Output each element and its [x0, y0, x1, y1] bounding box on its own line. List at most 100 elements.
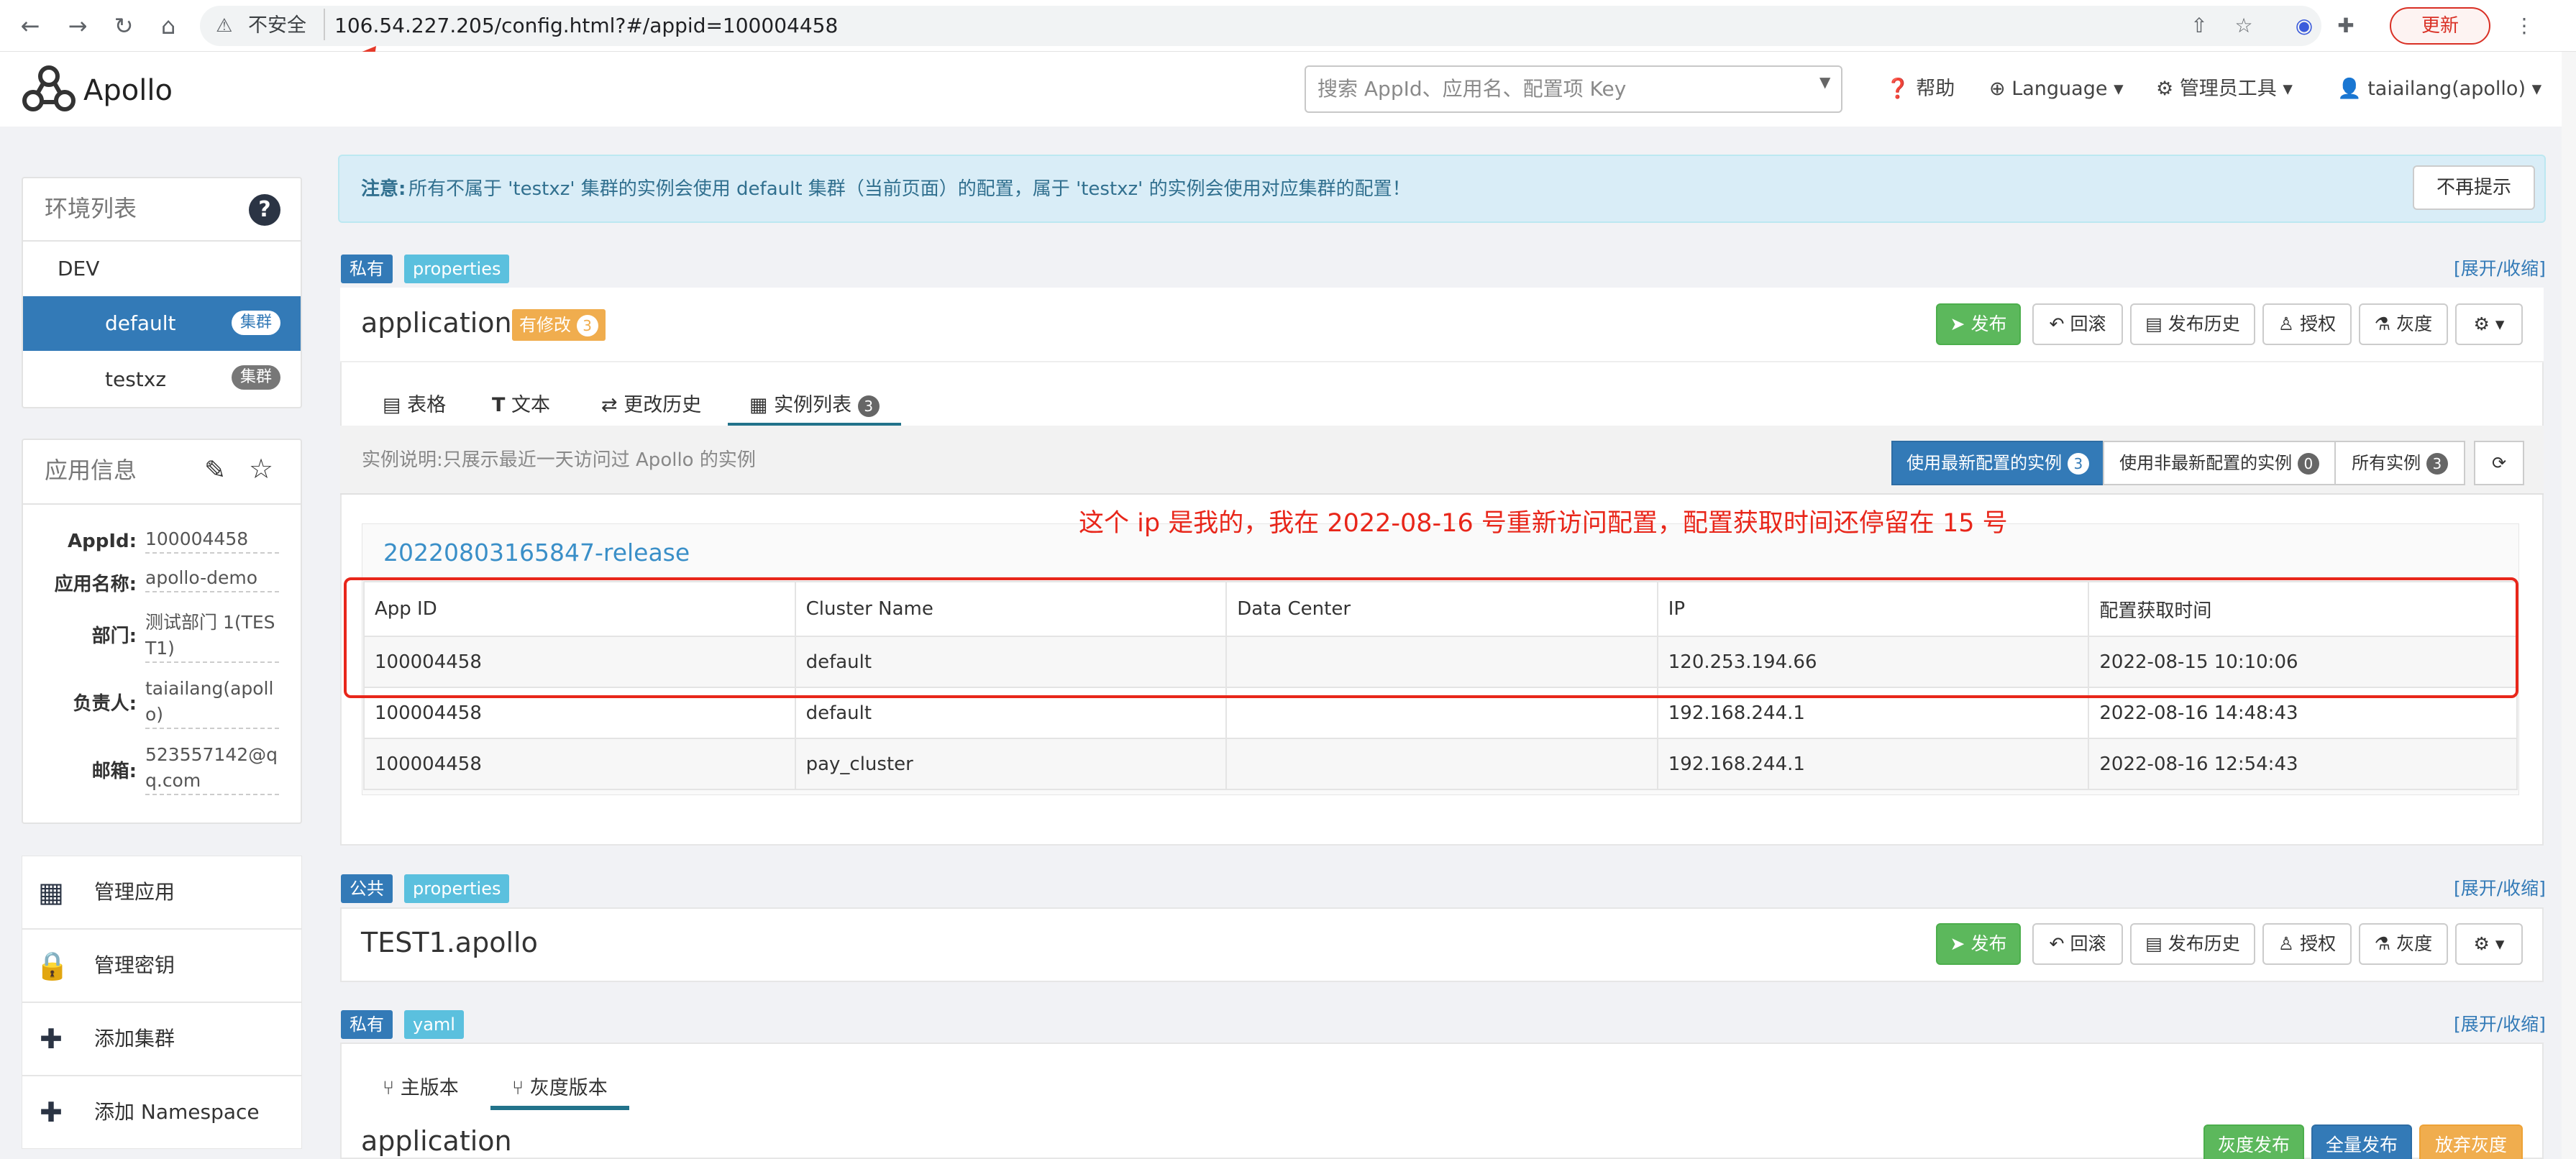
help-menu[interactable]: ❓ 帮助 — [1886, 73, 1955, 105]
manage-keys-button[interactable]: 🔒 管理密钥 — [22, 929, 302, 1002]
flask-icon: ⚗ — [2374, 313, 2391, 334]
text-icon: T — [492, 394, 506, 416]
filter-latest-config[interactable]: 使用最新配置的实例 3 — [1891, 441, 2104, 485]
add-namespace-button[interactable]: ✚ 添加 Namespace — [22, 1076, 302, 1149]
insecure-label[interactable]: 不安全 — [248, 12, 306, 40]
help-icon[interactable]: ? — [249, 194, 280, 226]
user-label: taiailang(apollo) — [2367, 78, 2526, 100]
appid-value: 100004458 — [145, 526, 279, 554]
tab-text-label: 文本 — [511, 394, 551, 416]
search-dropdown-icon[interactable]: ▼ — [1819, 73, 1830, 91]
appid-label: AppId: — [67, 531, 137, 552]
tab-table[interactable]: ▤ 表格 — [383, 391, 446, 420]
namespace-title: application — [361, 307, 512, 339]
tab-history-label: 更改历史 — [624, 394, 702, 416]
dismiss-notice-button[interactable]: 不再提示 — [2413, 165, 2535, 210]
edit-icon[interactable]: ✎ — [204, 456, 226, 485]
puzzle-icon[interactable]: ✚ — [2331, 12, 2360, 40]
refresh-button[interactable]: ⟳ — [2474, 441, 2524, 485]
format-tag: properties — [404, 874, 510, 903]
cluster-badge: 集群 — [232, 365, 281, 390]
namespace-title: application — [361, 1125, 512, 1157]
table-row: 100004458 pay_cluster 192.168.244.1 2022… — [363, 738, 2518, 790]
apollo-logo-icon[interactable] — [22, 60, 76, 115]
publish-history-button[interactable]: ▤ 发布历史 — [2130, 923, 2255, 965]
owner-label: 负责人: — [73, 693, 137, 715]
email-label: 邮箱: — [91, 761, 137, 782]
share-icon[interactable]: ⇧ — [2185, 12, 2214, 40]
add-cluster-button[interactable]: ✚ 添加集群 — [22, 1002, 302, 1076]
env-name[interactable]: DEV — [58, 255, 99, 283]
cluster-item-testxz[interactable]: testxz — [105, 365, 166, 394]
language-menu[interactable]: ⊕ Language ▾ — [1989, 73, 2124, 105]
refresh-icon: ⟳ — [2491, 453, 2507, 473]
rollback-button[interactable]: ↶ 回滚 — [2032, 923, 2123, 965]
page-scrollbar[interactable] — [2562, 52, 2576, 1159]
manage-app-button[interactable]: ▦ 管理应用 — [22, 856, 302, 929]
rollback-label: 回滚 — [2070, 313, 2106, 334]
table-cell: 192.168.244.1 — [1656, 738, 2090, 790]
language-label: Language — [2011, 78, 2108, 100]
add-namespace-label: 添加 Namespace — [94, 1100, 260, 1124]
tab-main-version[interactable]: ⑂ 主版本 — [383, 1074, 459, 1103]
globe-icon: ⊕ — [1989, 78, 2006, 100]
forward-icon[interactable]: → — [62, 10, 93, 42]
publish-label: 发布 — [1970, 313, 2007, 334]
tab-gray-version[interactable]: ⑂ 灰度版本 — [490, 1070, 629, 1110]
tab-instances[interactable]: ▦ 实例列表 3 — [728, 387, 901, 427]
rollback-button[interactable]: ↶ 回滚 — [2032, 303, 2123, 345]
scope-tag: 私有 — [341, 1010, 393, 1039]
expand-collapse-toggle[interactable]: [展开/收缩] — [2454, 1012, 2546, 1037]
publish-button[interactable]: ➤ 发布 — [1936, 923, 2021, 965]
filter-label: 所有实例 — [2352, 453, 2421, 473]
search-placeholder[interactable]: 搜索 AppId、应用名、配置项 Key — [1317, 75, 1626, 104]
format-tag: properties — [404, 255, 510, 283]
settings-dropdown-button[interactable]: ⚙ ▾ — [2455, 303, 2523, 345]
app-name-value: apollo-demo — [145, 565, 279, 592]
add-cluster-label: 添加集群 — [94, 1027, 175, 1050]
reload-icon[interactable]: ↻ — [108, 10, 140, 42]
publish-button[interactable]: ➤ 发布 — [1936, 303, 2021, 345]
tab-instances-label: 实例列表 — [774, 394, 852, 416]
table-cell: 2022-08-16 12:54:43 — [2088, 738, 2518, 790]
filter-count: 3 — [2067, 453, 2089, 475]
expand-collapse-toggle[interactable]: [展开/收缩] — [2454, 256, 2546, 282]
filter-label: 使用最新配置的实例 — [1906, 453, 2063, 473]
warning-icon[interactable]: ⚠ — [216, 12, 232, 40]
modified-badge: 有修改 3 — [512, 309, 606, 341]
admin-tools-menu[interactable]: ⚙ 管理员工具 ▾ — [2156, 73, 2293, 105]
settings-dropdown-button[interactable]: ⚙ ▾ — [2455, 923, 2523, 965]
branch-icon: ⑂ — [512, 1077, 524, 1099]
authorize-label: 授权 — [2300, 313, 2337, 334]
filter-not-latest-config[interactable]: 使用非最新配置的实例 0 — [2103, 441, 2336, 485]
tab-text[interactable]: T 文本 — [492, 391, 550, 420]
gray-release-button[interactable]: ⚗ 灰度 — [2359, 923, 2448, 965]
star-icon[interactable]: ☆ — [249, 453, 273, 485]
abandon-gray-button[interactable]: 放弃灰度 — [2419, 1124, 2523, 1159]
star-icon[interactable]: ☆ — [2229, 12, 2258, 40]
gray-release-button[interactable]: ⚗ 灰度 — [2359, 303, 2448, 345]
full-publish-button[interactable]: 全量发布 — [2311, 1124, 2412, 1159]
tab-table-label: 表格 — [407, 394, 447, 416]
scope-tag: 公共 — [341, 874, 393, 903]
more-menu-icon[interactable]: ⋮ — [2510, 12, 2539, 40]
release-name[interactable]: 20220803165847-release — [383, 536, 690, 569]
authorize-button[interactable]: ♙ 授权 — [2262, 303, 2352, 345]
back-icon[interactable]: ← — [14, 10, 46, 42]
gear-icon: ⚙ — [2473, 933, 2490, 954]
update-button[interactable]: 更新 — [2390, 7, 2490, 45]
filter-all-instances[interactable]: 所有实例 3 — [2334, 441, 2465, 485]
department-label: 部门: — [91, 626, 137, 647]
authorize-button[interactable]: ♙ 授权 — [2262, 923, 2352, 965]
expand-collapse-toggle[interactable]: [展开/收缩] — [2454, 876, 2546, 902]
extension-icon[interactable]: ◉ — [2290, 12, 2319, 40]
publish-history-button[interactable]: ▤ 发布历史 — [2130, 303, 2255, 345]
url-text[interactable]: 106.54.227.205/config.html?#/appid=10000… — [334, 12, 838, 40]
app-logo-text[interactable]: Apollo — [83, 69, 173, 112]
home-icon[interactable]: ⌂ — [152, 10, 184, 42]
cluster-label[interactable]: default — [105, 309, 176, 338]
calendar-icon: ▤ — [2145, 313, 2162, 334]
tab-history[interactable]: ⇄ 更改历史 — [601, 391, 701, 420]
gray-publish-button[interactable]: 灰度发布 — [2203, 1124, 2304, 1159]
user-menu[interactable]: 👤 taiailang(apollo) ▾ — [2337, 73, 2541, 105]
